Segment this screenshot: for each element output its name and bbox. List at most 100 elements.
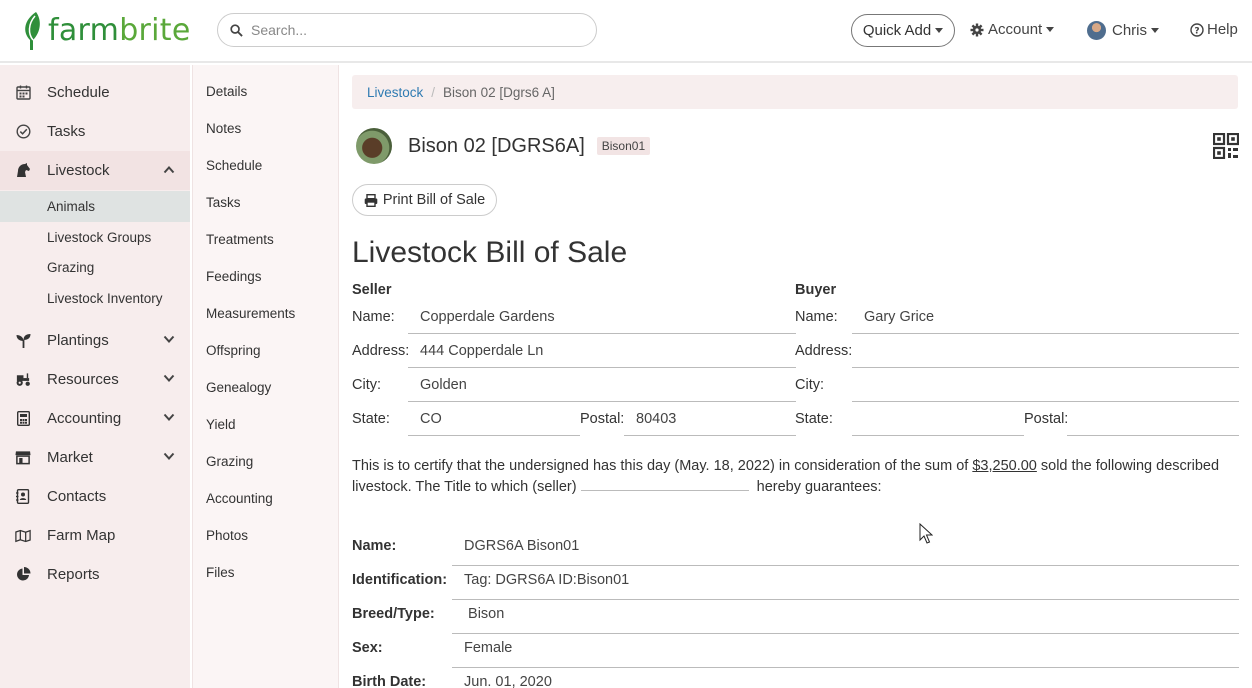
search-icon [230,23,243,37]
subnav-files[interactable]: Files [206,565,235,580]
sidebar-item-label: Farm Map [47,527,116,544]
seller-heading: Seller [352,282,392,298]
qr-code-icon[interactable] [1213,133,1239,159]
sidebar-item-livestock[interactable]: Livestock [0,151,190,190]
buyer-postal-value [1067,411,1239,436]
breadcrumb-livestock-link[interactable]: Livestock [367,85,423,100]
subnav-notes[interactable]: Notes [206,121,241,136]
sidebar-item-schedule[interactable]: Schedule [0,73,190,112]
buyer-city-value [852,377,1239,402]
subnav-photos[interactable]: Photos [206,528,248,543]
seller-state-label: State: [352,411,390,427]
sidebar-item-plantings[interactable]: Plantings [0,321,190,360]
subnav-details[interactable]: Details [206,84,247,99]
caret-down-icon [935,28,944,33]
sidebar-subitem-livestock-groups[interactable]: Livestock Groups [0,222,190,253]
svg-text:?: ? [1194,26,1199,36]
breadcrumb-current: Bison 02 [Dgrs6 A] [443,84,555,100]
subnav-offspring[interactable]: Offspring [206,343,261,358]
buyer-postal-label: Postal: [1024,411,1069,427]
animal-subnav: Details Notes Schedule Tasks Treatments … [192,65,339,688]
gear-icon [970,23,984,36]
tractor-icon [15,372,31,388]
seller-address-label: Address: [352,343,410,359]
buyer-city-label: City: [795,377,824,393]
animal-avatar[interactable] [356,128,392,164]
subnav-grazing[interactable]: Grazing [206,454,253,469]
animal-tag-badge: Bison01 [596,137,651,155]
subnav-genealogy[interactable]: Genealogy [206,380,271,395]
main-sidebar: Schedule Tasks Livestock Animals Livesto… [0,65,190,688]
seller-state-value: CO [408,411,580,436]
subnav-feedings[interactable]: Feedings [206,269,262,284]
subnav-yield[interactable]: Yield [206,417,236,432]
subnav-schedule[interactable]: Schedule [206,158,262,173]
seller-city-value: Golden [408,377,796,402]
search-box[interactable] [217,13,597,47]
subitem-label: Animals [47,199,96,214]
buyer-heading: Buyer [795,282,837,298]
buyer-name-value: Gary Grice [852,309,1239,334]
breadcrumb: Livestock / Bison 02 [Dgrs6 A] [352,75,1238,109]
sidebar-item-tasks[interactable]: Tasks [0,112,190,151]
sidebar-item-market[interactable]: Market [0,438,190,477]
print-bill-of-sale-button[interactable]: Print Bill of Sale [352,184,497,216]
calendar-icon [15,85,31,101]
logo-text: farmbrite [48,12,191,48]
pie-chart-icon [15,567,31,583]
detail-sex-label: Sex: [352,640,383,656]
buyer-address-label: Address: [795,343,853,359]
subnav-measurements[interactable]: Measurements [206,306,295,321]
calculator-icon [15,411,31,427]
help-label: Help [1207,21,1238,38]
detail-sex-value: Female [452,640,1239,668]
leaf-logo-icon [25,12,40,50]
sidebar-subitem-grazing[interactable]: Grazing [0,252,190,283]
top-navbar: farmbrite Quick Add Account Chris ? Help [0,0,1252,63]
print-icon [364,193,378,207]
seller-city-label: City: [352,377,381,393]
sidebar-item-label: Accounting [47,410,122,427]
quick-add-button[interactable]: Quick Add [851,14,955,47]
buyer-address-value [852,343,1239,368]
detail-identification-label: Identification: [352,572,448,588]
sidebar-item-label: Livestock [47,162,110,179]
sidebar-item-reports[interactable]: Reports [0,555,190,594]
breadcrumb-separator: / [431,84,436,100]
account-label: Account [988,21,1043,38]
check-circle-icon [15,124,31,140]
subnav-treatments[interactable]: Treatments [206,232,274,247]
chevron-down-icon [163,452,175,460]
seller-name-value: Copperdale Gardens [408,309,796,334]
sidebar-item-label: Resources [47,371,119,388]
sidebar-item-contacts[interactable]: Contacts [0,477,190,516]
print-button-label: Print Bill of Sale [382,192,486,208]
account-menu[interactable]: Account [970,21,1055,38]
subnav-accounting[interactable]: Accounting [206,491,273,506]
search-input[interactable] [251,22,571,38]
quick-add-label: Quick Add [862,22,932,39]
seedling-icon [15,333,31,349]
question-circle-icon: ? [1190,22,1204,37]
horse-icon [15,163,31,179]
detail-breed-value: Bison [452,606,1239,634]
sidebar-subitem-animals[interactable]: Animals [0,191,190,222]
buyer-state-value [852,411,1024,436]
seller-postal-value: 80403 [624,411,796,436]
animal-header: Bison 02 [DGRS6A] Bison01 [356,128,651,164]
help-link[interactable]: ? Help [1190,21,1238,38]
address-book-icon [15,489,31,505]
farmbrite-logo[interactable]: farmbrite [22,10,191,50]
sidebar-item-farm-map[interactable]: Farm Map [0,516,190,555]
user-menu[interactable]: Chris [1087,21,1160,40]
subnav-tasks[interactable]: Tasks [206,195,241,210]
subitem-label: Livestock Inventory [47,291,163,306]
caret-down-icon [1151,28,1160,33]
sidebar-item-accounting[interactable]: Accounting [0,399,190,438]
sidebar-item-label: Plantings [47,332,109,349]
sidebar-subitem-livestock-inventory[interactable]: Livestock Inventory [0,283,190,314]
detail-name-value: DGRS6A Bison01 [452,538,1239,566]
seller-blank-line [580,479,749,491]
detail-identification-value: Tag: DGRS6A ID:Bison01 [452,572,1239,600]
sidebar-item-resources[interactable]: Resources [0,360,190,399]
